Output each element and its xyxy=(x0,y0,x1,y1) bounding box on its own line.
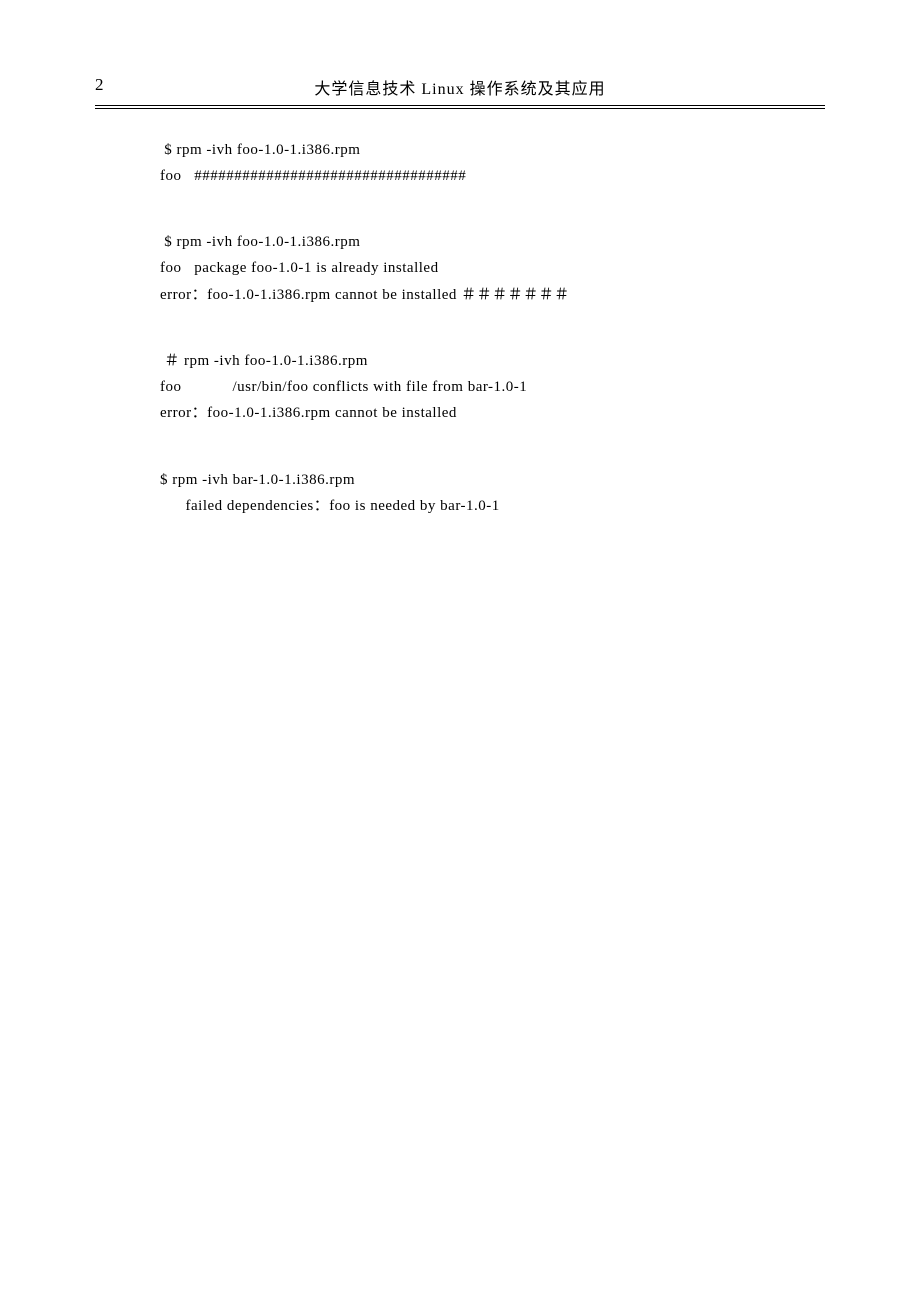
code-block: $ rpm -ivh foo-1.0-1.i386.rpm foo packag… xyxy=(160,229,825,308)
code-line: foo ################################## xyxy=(160,163,825,189)
code-line: error：foo-1.0-1.i386.rpm cannot be insta… xyxy=(160,282,825,308)
page-header: 2 大学信息技术 Linux 操作系统及其应用 xyxy=(95,75,825,103)
header-rule-top xyxy=(95,105,825,106)
code-line: $ rpm -ivh foo-1.0-1.i386.rpm xyxy=(160,229,825,255)
code-line: error：foo-1.0-1.i386.rpm cannot be insta… xyxy=(160,400,825,426)
page-content: $ rpm -ivh foo-1.0-1.i386.rpm foo ######… xyxy=(95,109,825,520)
code-line: $ rpm -ivh foo-1.0-1.i386.rpm xyxy=(160,137,825,163)
code-block: ＃ rpm -ivh foo-1.0-1.i386.rpm foo /usr/b… xyxy=(160,348,825,427)
code-line: foo /usr/bin/foo conflicts with file fro… xyxy=(160,374,825,400)
code-line: ＃ rpm -ivh foo-1.0-1.i386.rpm xyxy=(160,348,825,374)
code-line: foo package foo-1.0-1 is already install… xyxy=(160,255,825,281)
page-title: 大学信息技术 Linux 操作系统及其应用 xyxy=(95,75,825,99)
code-block: $ rpm -ivh bar-1.0-1.i386.rpm failed dep… xyxy=(160,467,825,520)
page-number: 2 xyxy=(95,75,104,95)
code-line: failed dependencies：foo is needed by bar… xyxy=(160,493,825,519)
code-block: $ rpm -ivh foo-1.0-1.i386.rpm foo ######… xyxy=(160,137,825,190)
code-line: $ rpm -ivh bar-1.0-1.i386.rpm xyxy=(160,467,825,493)
page-container: 2 大学信息技术 Linux 操作系统及其应用 $ rpm -ivh foo-1… xyxy=(0,0,920,519)
